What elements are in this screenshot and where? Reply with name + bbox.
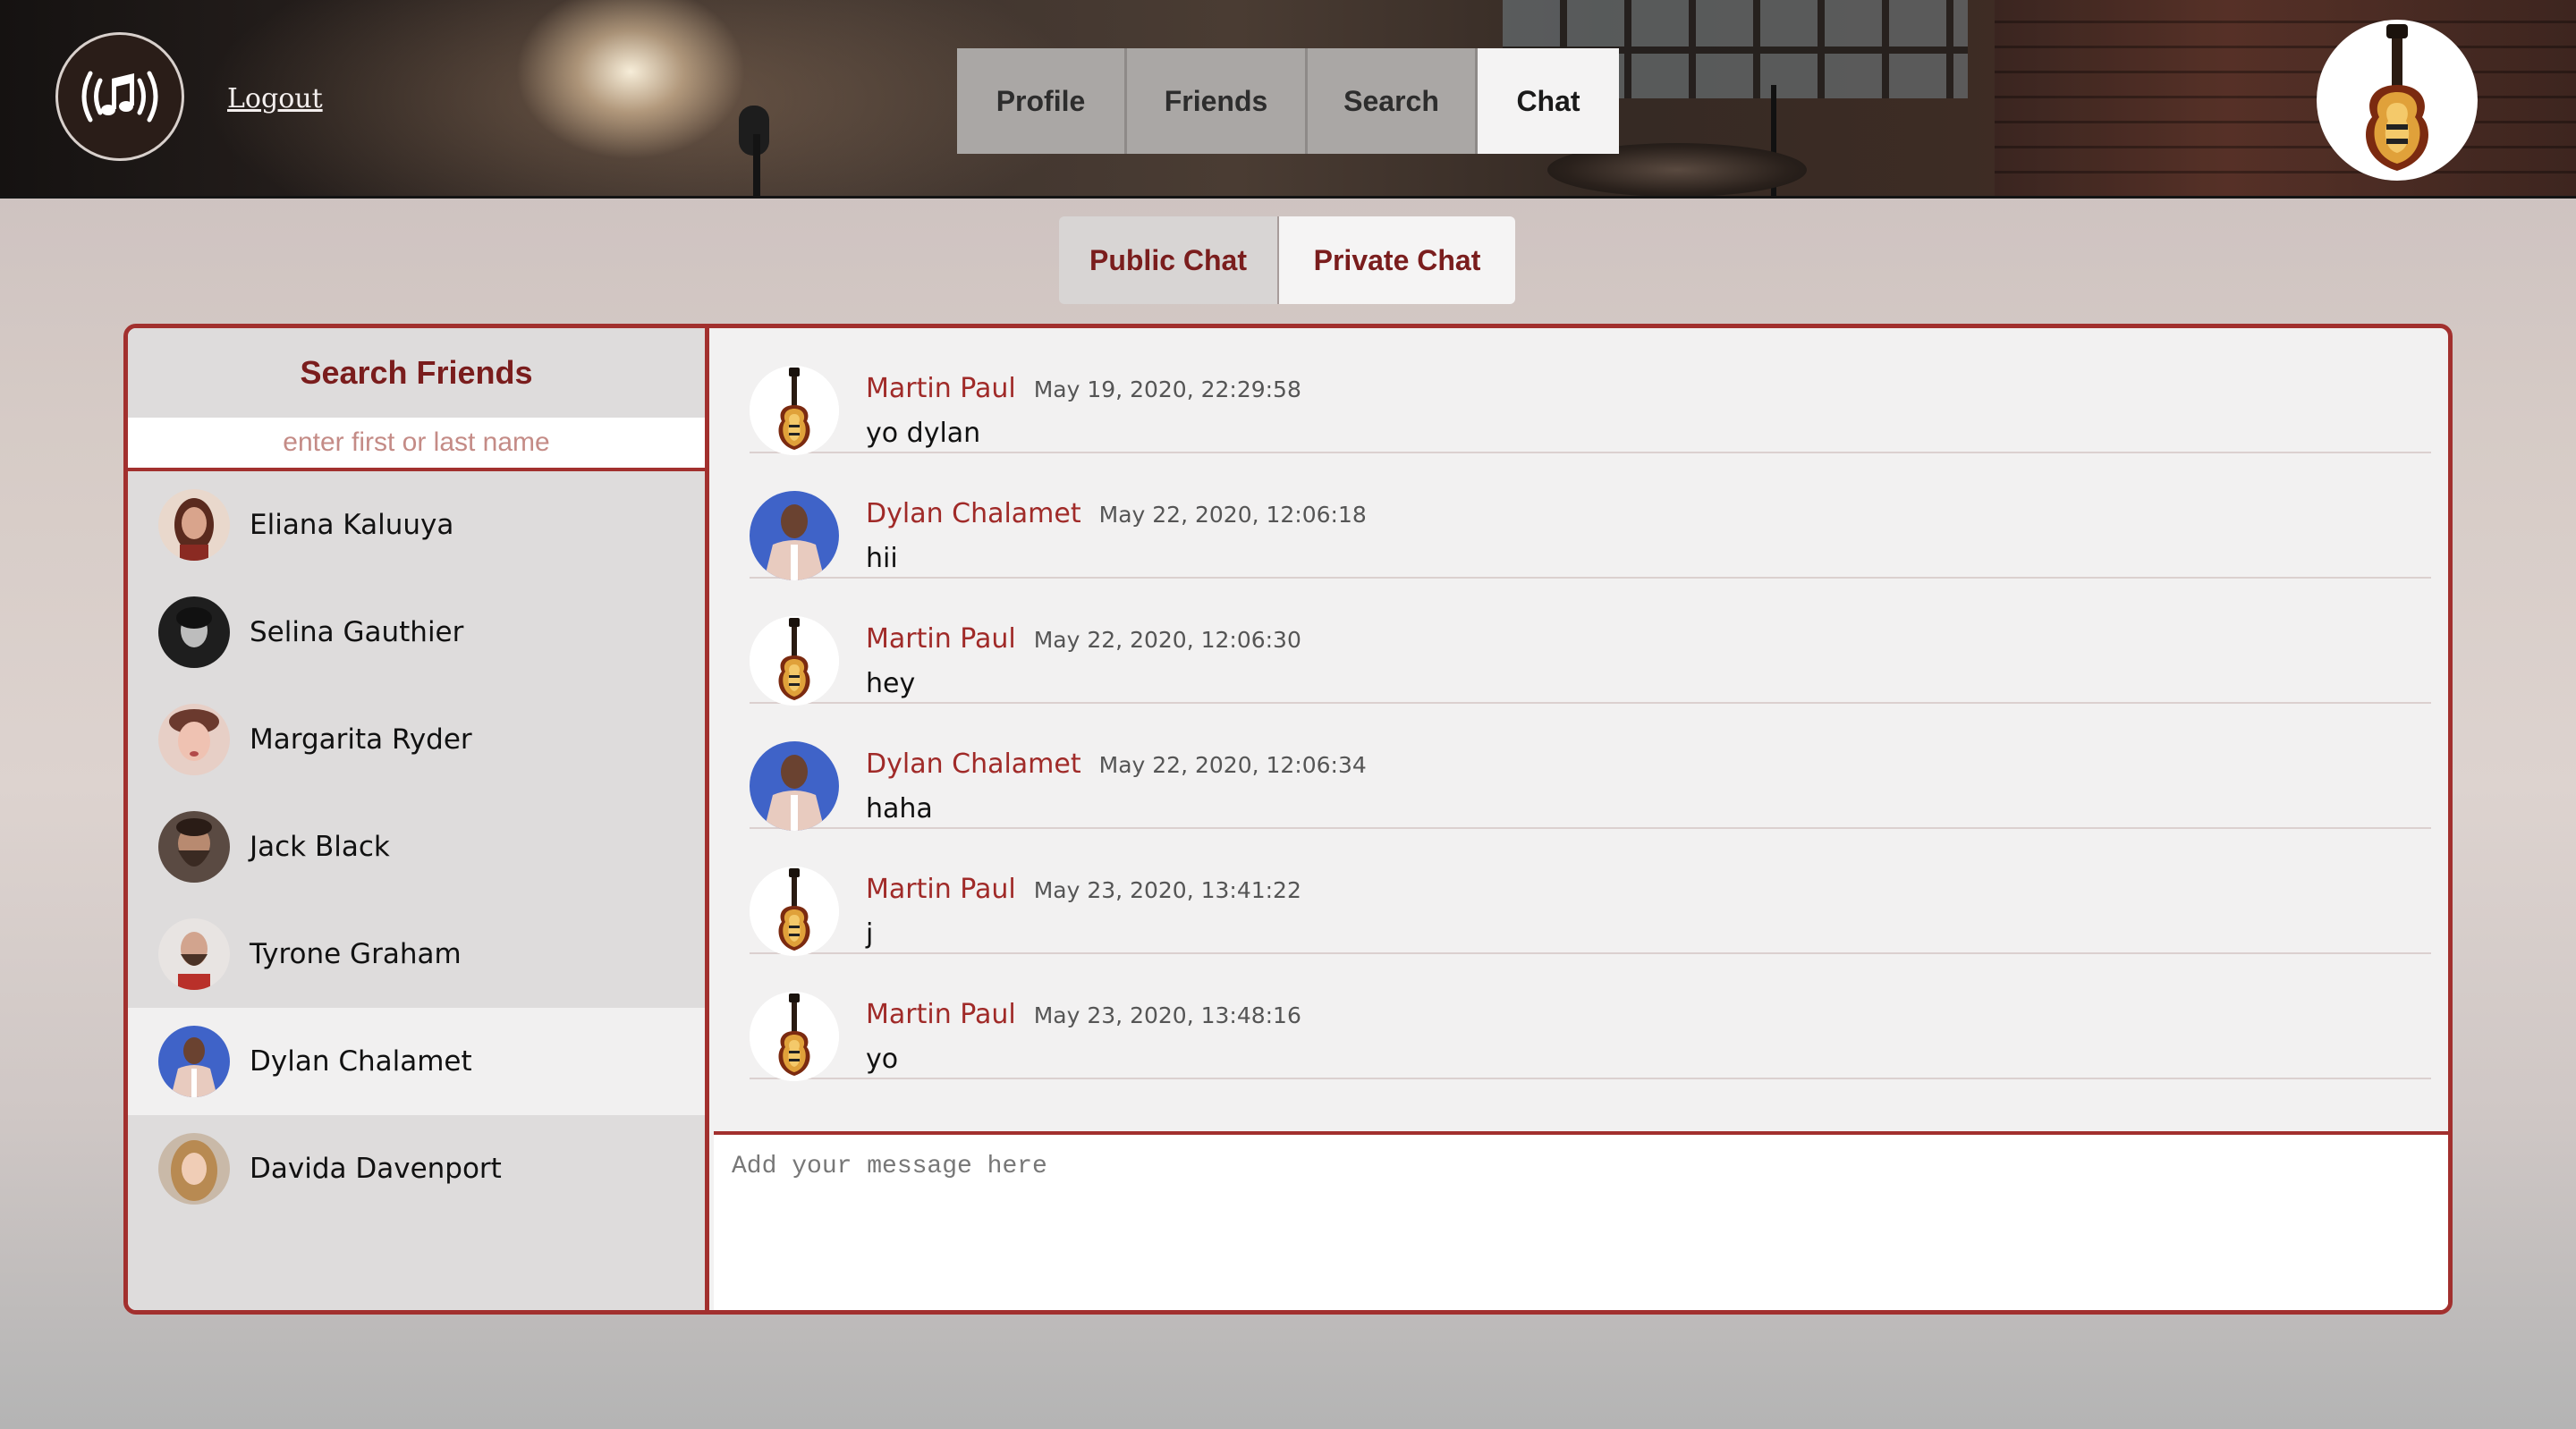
nav-tab-chat[interactable]: Chat <box>1478 48 1619 154</box>
friend-item-margarita-ryder[interactable]: Margarita Ryder <box>128 686 705 793</box>
friend-name: Margarita Ryder <box>250 723 472 756</box>
guitar-avatar-icon <box>750 366 839 455</box>
message-timestamp: May 22, 2020, 12:06:30 <box>1033 627 1301 653</box>
avatar <box>158 489 230 561</box>
tab-public-chat[interactable]: Public Chat <box>1059 216 1279 304</box>
message-header: Martin Paul May 23, 2020, 13:41:22 <box>866 874 1301 905</box>
guitar-avatar-icon <box>750 992 839 1081</box>
avatar <box>158 811 230 883</box>
message-item: Martin Paul May 23, 2020, 13:41:22 j <box>750 829 2431 956</box>
message-timestamp: May 22, 2020, 12:06:18 <box>1098 502 1367 528</box>
avatar <box>750 741 839 831</box>
message-item: Martin Paul May 19, 2020, 22:29:58 yo dyla… <box>750 328 2431 455</box>
user-avatar-guitar-icon[interactable] <box>2317 20 2478 181</box>
message-header: Martin Paul May 22, 2020, 12:06:30 <box>866 623 1301 655</box>
message-header: Dylan Chalamet May 22, 2020, 12:06:18 <box>866 498 1367 529</box>
message-author: Martin Paul <box>866 623 1016 655</box>
message-author: Martin Paul <box>866 373 1016 404</box>
friend-item-eliana-kaluuya[interactable]: Eliana Kaluuya <box>128 471 705 579</box>
message-text: hii <box>866 543 898 574</box>
message-list: Martin Paul May 19, 2020, 22:29:58 yo dyla… <box>714 328 2448 1131</box>
message-text: yo dylan <box>866 418 981 449</box>
nav-tab-search[interactable]: Search <box>1308 48 1478 154</box>
message-header: Martin Paul May 19, 2020, 22:29:58 <box>866 373 1301 404</box>
friend-name: Jack Black <box>250 831 390 863</box>
message-text: hey <box>866 668 916 699</box>
guitar-avatar-icon <box>750 867 839 956</box>
header-banner: Logout Profile Friends Search Chat <box>0 0 2576 199</box>
message-composer <box>714 1131 2448 1310</box>
tab-private-chat[interactable]: Private Chat <box>1279 216 1515 304</box>
avatar <box>158 918 230 990</box>
message-timestamp: May 22, 2020, 12:06:34 <box>1098 752 1367 778</box>
friend-item-davida-davenport[interactable]: Davida Davenport <box>128 1115 705 1222</box>
message-text: haha <box>866 793 933 824</box>
message-timestamp: May 19, 2020, 22:29:58 <box>1033 376 1301 402</box>
message-author: Dylan Chalamet <box>866 748 1081 780</box>
message-text: j <box>866 918 874 950</box>
message-header: Dylan Chalamet May 22, 2020, 12:06:34 <box>866 748 1367 780</box>
message-item: Martin Paul May 23, 2020, 13:48:16 yo <box>750 954 2431 1081</box>
friend-item-tyrone-graham[interactable]: Tyrone Graham <box>128 901 705 1008</box>
message-header: Martin Paul May 23, 2020, 13:48:16 <box>866 999 1301 1030</box>
avatar <box>750 491 839 580</box>
friend-search-input[interactable] <box>128 418 705 471</box>
friend-item-selina-gauthier[interactable]: Selina Gauthier <box>128 579 705 686</box>
guitar-avatar-icon <box>750 616 839 706</box>
message-item: Dylan Chalamet May 22, 2020, 12:06:34 haha <box>750 704 2431 831</box>
message-author: Martin Paul <box>866 999 1016 1030</box>
nav-tab-profile[interactable]: Profile <box>957 48 1127 154</box>
message-timestamp: May 23, 2020, 13:48:16 <box>1033 1002 1301 1028</box>
message-author: Dylan Chalamet <box>866 498 1081 529</box>
nav-tab-friends[interactable]: Friends <box>1127 48 1308 154</box>
chat-panel: Search Friends Eliana Kaluuya Selina Gau… <box>123 324 2453 1315</box>
message-author: Martin Paul <box>866 874 1016 905</box>
app-logo-music-icon[interactable] <box>55 32 184 161</box>
friends-sidebar: Search Friends Eliana Kaluuya Selina Gau… <box>128 328 709 1310</box>
main-nav: Profile Friends Search Chat <box>957 48 1619 154</box>
logout-link[interactable]: Logout <box>227 83 323 114</box>
message-input[interactable] <box>714 1135 2448 1310</box>
sidebar-title: Search Friends <box>300 354 533 391</box>
friend-name: Tyrone Graham <box>250 938 462 970</box>
avatar <box>158 1026 230 1097</box>
friend-item-dylan-chalamet[interactable]: Dylan Chalamet <box>128 1008 705 1115</box>
avatar <box>158 596 230 668</box>
friend-item-jack-black[interactable]: Jack Black <box>128 793 705 901</box>
friend-name: Davida Davenport <box>250 1153 502 1185</box>
message-timestamp: May 23, 2020, 13:41:22 <box>1033 877 1301 903</box>
friend-name: Selina Gauthier <box>250 616 464 648</box>
avatar <box>158 1133 230 1205</box>
friend-name: Eliana Kaluuya <box>250 509 454 541</box>
background-mic-stand <box>753 134 760 196</box>
chat-type-tabs: Public Chat Private Chat <box>1059 216 1515 304</box>
friend-name: Dylan Chalamet <box>250 1045 472 1078</box>
message-item: Martin Paul May 22, 2020, 12:06:30 hey <box>750 579 2431 706</box>
message-text: yo <box>866 1044 899 1075</box>
message-item: Dylan Chalamet May 22, 2020, 12:06:18 hii <box>750 453 2431 580</box>
background-brick-wall <box>1995 0 2576 196</box>
avatar <box>158 704 230 775</box>
